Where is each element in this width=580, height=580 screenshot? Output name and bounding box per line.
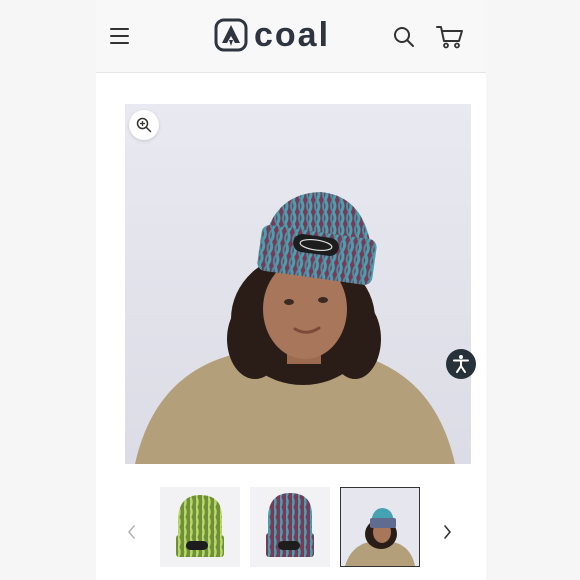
- zoom-button[interactable]: [129, 110, 159, 140]
- search-button[interactable]: [393, 26, 415, 48]
- accessibility-button[interactable]: [446, 349, 476, 379]
- thumbnail-teal-beanie[interactable]: [250, 487, 330, 567]
- product-main-image[interactable]: [125, 104, 471, 464]
- cart-icon: [436, 26, 463, 49]
- thumbnail-model-photo-selected[interactable]: [340, 487, 420, 567]
- model-thumbnail-image: [341, 488, 419, 566]
- model-wearing-beanie-photo: [125, 104, 471, 464]
- product-page: coal: [96, 0, 486, 580]
- logo-wordmark: coal: [254, 16, 331, 54]
- thumbnail-green-beanie[interactable]: [160, 487, 240, 567]
- chevron-left-icon: [127, 525, 135, 539]
- gallery-next-button[interactable]: [438, 520, 456, 544]
- site-header: coal: [96, 0, 486, 73]
- coal-logo[interactable]: coal: [214, 18, 330, 52]
- teal-beanie-thumbnail-image: [250, 487, 330, 567]
- menu-button[interactable]: [108, 24, 132, 48]
- coal-mountain-logo-icon: [214, 18, 248, 52]
- accessibility-icon: [453, 355, 469, 373]
- menu-bar-top: [110, 28, 129, 30]
- green-beanie-thumbnail-image: [160, 487, 240, 567]
- cart-button[interactable]: [436, 25, 464, 49]
- zoom-in-icon: [136, 117, 152, 133]
- search-icon: [394, 27, 414, 47]
- menu-bar-middle: [110, 35, 129, 37]
- menu-bar-bottom: [110, 42, 129, 44]
- chevron-right-icon: [444, 525, 452, 539]
- gallery-prev-button[interactable]: [123, 520, 141, 544]
